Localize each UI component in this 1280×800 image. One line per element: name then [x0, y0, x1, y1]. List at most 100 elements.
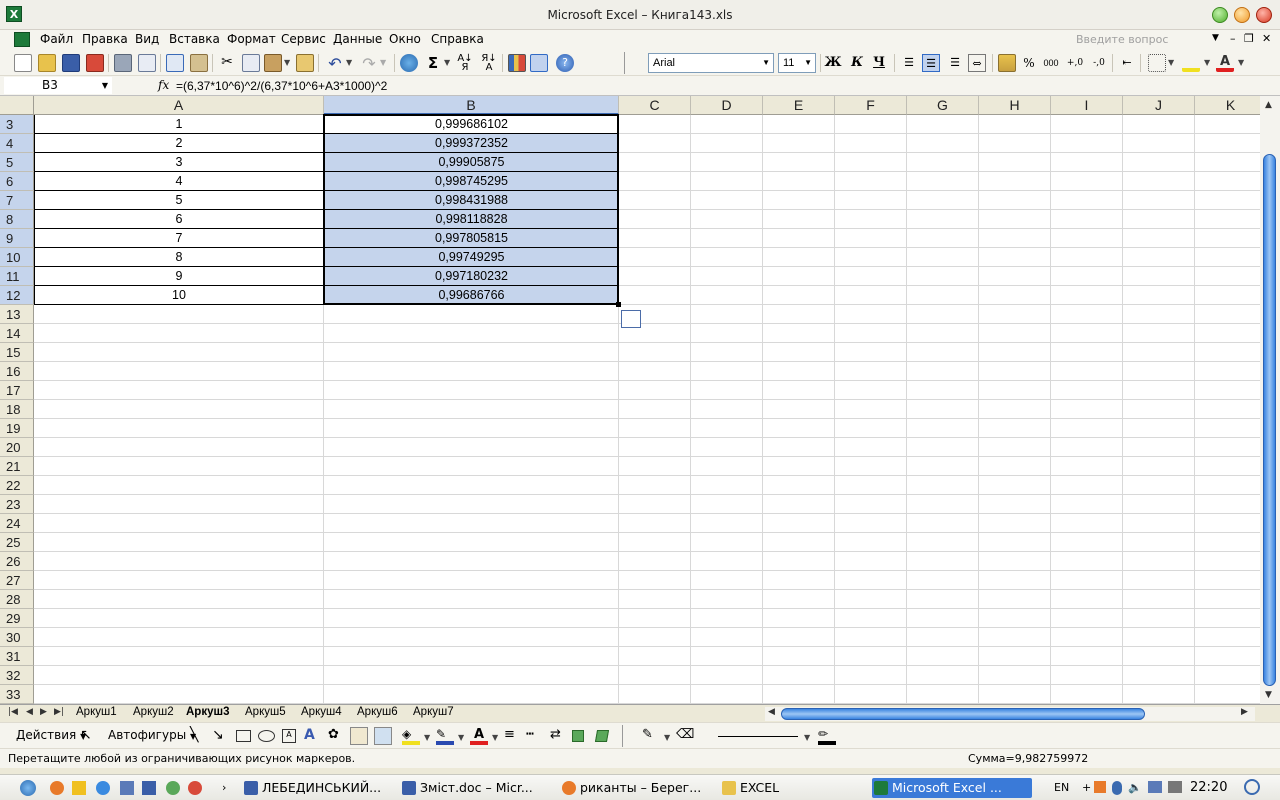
- media-player-icon[interactable]: [1094, 781, 1106, 793]
- close-button[interactable]: [1256, 7, 1272, 23]
- fill-color-icon[interactable]: [1182, 54, 1200, 72]
- last-sheet-icon[interactable]: ▶|: [54, 707, 64, 717]
- column-header-e[interactable]: E: [763, 96, 835, 115]
- line-icon[interactable]: ╲: [190, 727, 208, 745]
- cell-a9[interactable]: 7: [34, 229, 324, 248]
- chevron-right-icon[interactable]: ›: [222, 781, 226, 794]
- chevron-down-icon[interactable]: ▼: [284, 58, 290, 67]
- paste-icon[interactable]: [264, 54, 282, 72]
- eraser-icon[interactable]: ⌫: [676, 727, 694, 745]
- row-header-10[interactable]: 10: [0, 248, 34, 267]
- underline-button[interactable]: Ч: [870, 54, 888, 72]
- select-objects-icon[interactable]: ↖: [80, 727, 98, 745]
- vertical-scrollbar[interactable]: ▲ ▼: [1260, 96, 1280, 704]
- row-header-31[interactable]: 31: [0, 647, 34, 666]
- indent-icon[interactable]: ⇤: [1118, 54, 1136, 72]
- chevron-down-icon[interactable]: ▼: [346, 58, 352, 67]
- column-header-i[interactable]: I: [1051, 96, 1123, 115]
- sheet-tab-7[interactable]: Аркуш7: [413, 706, 454, 718]
- chevron-down-icon[interactable]: ▼: [1212, 33, 1219, 43]
- search-icon[interactable]: [1244, 779, 1260, 795]
- sheet-tab-5[interactable]: Аркуш5: [245, 706, 286, 718]
- fill-handle[interactable]: [616, 302, 621, 307]
- scroll-down-icon[interactable]: ▼: [1265, 690, 1272, 700]
- column-header-a[interactable]: A: [34, 96, 324, 115]
- open-folder-icon[interactable]: [38, 54, 56, 72]
- sheet-tab-6[interactable]: Аркуш6: [357, 706, 398, 718]
- rectangle-icon[interactable]: [236, 730, 251, 742]
- merge-center-icon[interactable]: ⇔: [968, 54, 986, 72]
- quicklaunch-app-icon[interactable]: [72, 781, 86, 795]
- row-header-26[interactable]: 26: [0, 552, 34, 571]
- drawing-icon[interactable]: [530, 54, 548, 72]
- task-excel-folder[interactable]: EXCEL: [720, 778, 860, 798]
- row-header-20[interactable]: 20: [0, 438, 34, 457]
- menu-view[interactable]: Вид: [133, 32, 161, 46]
- align-right-icon[interactable]: ☰: [946, 54, 964, 72]
- row-header-23[interactable]: 23: [0, 495, 34, 514]
- chevron-down-icon[interactable]: ▼: [664, 733, 670, 742]
- permission-icon[interactable]: [86, 54, 104, 72]
- chart-wizard-icon[interactable]: [508, 54, 526, 72]
- first-sheet-icon[interactable]: |◀: [8, 707, 18, 717]
- network-icon[interactable]: [1148, 781, 1162, 793]
- horizontal-scroll-thumb[interactable]: [781, 708, 1145, 720]
- horizontal-scrollbar[interactable]: ◀ ▶: [765, 707, 1255, 721]
- line-style-icon[interactable]: ≡: [504, 727, 522, 745]
- actions-menu[interactable]: Действия ▼: [16, 728, 86, 742]
- row-header-19[interactable]: 19: [0, 419, 34, 438]
- scroll-left-icon[interactable]: ◀: [768, 707, 775, 717]
- menu-format[interactable]: Формат: [225, 32, 278, 46]
- doc-close-icon[interactable]: ✕: [1262, 32, 1271, 45]
- row-header-18[interactable]: 18: [0, 400, 34, 419]
- picture-icon[interactable]: [374, 727, 392, 745]
- insert-function-icon[interactable]: fx: [158, 78, 169, 92]
- save-icon[interactable]: [62, 54, 80, 72]
- row-header-11[interactable]: 11: [0, 267, 34, 286]
- row-header-29[interactable]: 29: [0, 609, 34, 628]
- column-header-b[interactable]: B: [324, 96, 619, 115]
- pen-color-icon[interactable]: ✏: [818, 727, 836, 745]
- chevron-down-icon[interactable]: ▼: [492, 733, 498, 742]
- research-icon[interactable]: [190, 54, 208, 72]
- chevron-down-icon[interactable]: ▼: [1238, 58, 1244, 67]
- sheet-tab-4[interactable]: Аркуш4: [301, 706, 342, 718]
- font-size-select[interactable]: 11 ▼: [778, 53, 816, 73]
- percent-button[interactable]: %: [1020, 54, 1038, 72]
- task-lebedinsky[interactable]: ЛЕБЕДИНСЬКИЙ...: [242, 778, 392, 798]
- menu-data[interactable]: Данные: [331, 32, 384, 46]
- row-header-7[interactable]: 7: [0, 191, 34, 210]
- desktop-icon[interactable]: [120, 781, 134, 795]
- font-color-icon[interactable]: A: [470, 727, 488, 745]
- column-header-j[interactable]: J: [1123, 96, 1195, 115]
- cell-a10[interactable]: 8: [34, 248, 324, 267]
- dash-style-icon[interactable]: ┅: [526, 727, 544, 745]
- cell-a12[interactable]: 10: [34, 286, 324, 305]
- arrow-icon[interactable]: ↘: [212, 727, 230, 745]
- chevron-down-icon[interactable]: ▼: [444, 58, 450, 67]
- ask-question-input[interactable]: Введите вопрос: [1070, 31, 1220, 48]
- cut-icon[interactable]: ✂: [218, 54, 236, 72]
- align-left-icon[interactable]: ☰: [900, 54, 918, 72]
- doc-minimize-icon[interactable]: –: [1230, 32, 1236, 45]
- network-icon[interactable]: [166, 781, 180, 795]
- column-header-f[interactable]: F: [835, 96, 907, 115]
- row-header-13[interactable]: 13: [0, 305, 34, 324]
- sort-ascending-icon[interactable]: A↓ Я: [456, 54, 474, 73]
- save-icon[interactable]: [142, 781, 156, 795]
- minimize-button[interactable]: [1212, 7, 1228, 23]
- align-center-icon[interactable]: ☰: [922, 54, 940, 72]
- decrease-decimal-icon[interactable]: -,0: [1090, 54, 1108, 72]
- vertical-scroll-thumb[interactable]: [1263, 154, 1276, 686]
- maximize-button[interactable]: [1234, 7, 1250, 23]
- row-header-12[interactable]: 12: [0, 286, 34, 305]
- antivirus-icon[interactable]: [1112, 781, 1122, 795]
- name-box[interactable]: B3 ▼: [4, 77, 112, 94]
- row-header-17[interactable]: 17: [0, 381, 34, 400]
- column-header-k[interactable]: K: [1195, 96, 1260, 115]
- column-header-c[interactable]: C: [619, 96, 691, 115]
- cell-a6[interactable]: 4: [34, 172, 324, 191]
- sheet-tab-2[interactable]: Аркуш2: [133, 706, 174, 718]
- autoshapes-menu[interactable]: Автофигуры ▼: [108, 728, 196, 742]
- borders-icon[interactable]: [1148, 54, 1166, 72]
